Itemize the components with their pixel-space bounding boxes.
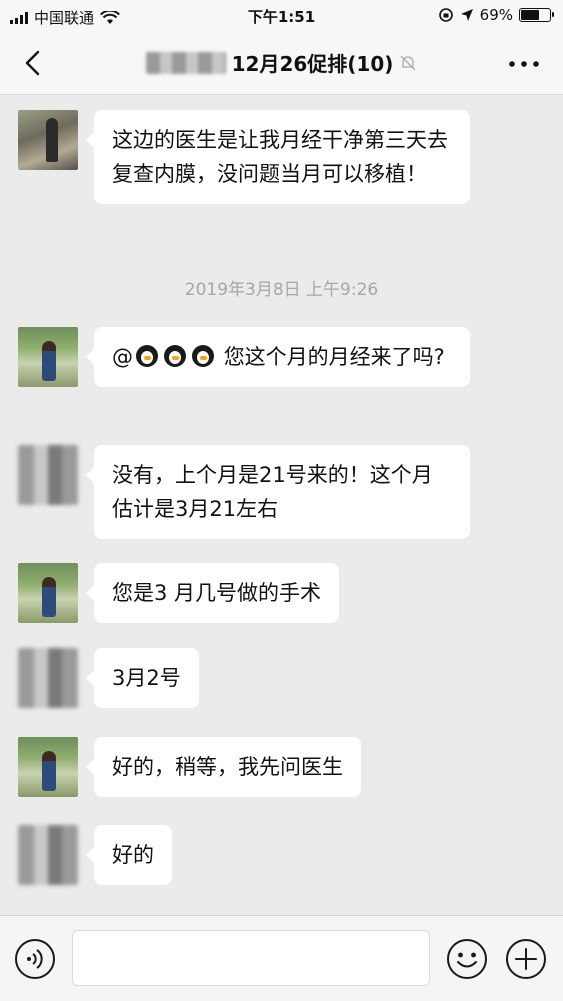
battery-icon bbox=[519, 8, 554, 22]
message-row: 好的，稍等，我先问医生 bbox=[18, 737, 361, 797]
message-text: 您这个月的月经来了吗? bbox=[223, 345, 445, 369]
avatar[interactable] bbox=[18, 110, 78, 170]
battery-percent: 69% bbox=[479, 6, 513, 24]
avatar[interactable] bbox=[18, 737, 78, 797]
chat-title: 12月26促排(10) bbox=[0, 48, 563, 77]
message-row: @ 您这个月的月经来了吗? bbox=[18, 327, 470, 387]
message-bubble[interactable]: @ 您这个月的月经来了吗? bbox=[86, 327, 470, 387]
message-row: 3月2号 bbox=[18, 648, 199, 708]
nav-bar: 12月26促排(10) bbox=[0, 32, 563, 95]
message-list: 这边的医生是让我月经干净第三天去复查内膜，没问题当月可以移植！ 2019年3月8… bbox=[0, 95, 563, 915]
penguin-emoji-icon bbox=[192, 345, 214, 367]
penguin-emoji-icon bbox=[136, 345, 158, 367]
status-right: 69% bbox=[438, 6, 554, 24]
message-bubble[interactable]: 3月2号 bbox=[86, 648, 199, 708]
avatar[interactable] bbox=[18, 563, 78, 623]
emoji-icon[interactable] bbox=[446, 938, 488, 980]
chat-title-text: 12月26促排(10) bbox=[231, 52, 394, 76]
voice-icon[interactable] bbox=[14, 938, 56, 980]
message-bubble[interactable]: 好的，稍等，我先问医生 bbox=[86, 737, 361, 797]
group-name-redacted bbox=[145, 51, 226, 74]
avatar[interactable] bbox=[18, 445, 78, 505]
input-bar bbox=[0, 915, 563, 1001]
message-row: 您是3 月几号做的手术 bbox=[18, 563, 340, 623]
bell-muted-icon bbox=[400, 55, 416, 70]
message-input[interactable] bbox=[72, 930, 430, 986]
message-text: 好的 bbox=[112, 843, 154, 867]
penguin-emoji-icon bbox=[164, 345, 186, 367]
message-bubble[interactable]: 您是3 月几号做的手术 bbox=[85, 563, 340, 623]
message-text: 好的，稍等，我先问医生 bbox=[112, 755, 343, 779]
more-dots-icon[interactable] bbox=[507, 56, 541, 72]
message-text: 您是3 月几号做的手术 bbox=[112, 581, 322, 605]
status-bar: 中国联通 下午1:51 69% bbox=[0, 0, 563, 32]
rotation-lock-icon bbox=[438, 8, 453, 22]
battery-fill bbox=[521, 10, 539, 20]
timestamp: 2019年3月8日 上午9:26 bbox=[184, 280, 379, 300]
message-text: 3月2号 bbox=[112, 666, 181, 690]
message-bubble[interactable]: 这边的医生是让我月经干净第三天去复查内膜，没问题当月可以移植！ bbox=[86, 110, 470, 204]
message-row: 没有，上个月是21号来的！这个月估计是3月21左右 bbox=[18, 445, 470, 539]
message-bubble[interactable]: 没有，上个月是21号来的！这个月估计是3月21左右 bbox=[86, 445, 470, 539]
message-text: 没有，上个月是21号来的！这个月估计是3月21左右 bbox=[112, 463, 433, 521]
avatar[interactable] bbox=[18, 825, 78, 885]
plus-icon[interactable] bbox=[505, 938, 547, 980]
message-row: 这边的医生是让我月经干净第三天去复查内膜，没问题当月可以移植！ bbox=[18, 110, 470, 204]
mention-symbol: @ bbox=[112, 345, 133, 369]
message-text: 这边的医生是让我月经干净第三天去复查内膜，没问题当月可以移植！ bbox=[112, 128, 448, 186]
avatar[interactable] bbox=[18, 327, 78, 387]
location-arrow-icon bbox=[460, 9, 473, 21]
message-row: 好的 bbox=[18, 825, 172, 885]
message-bubble[interactable]: 好的 bbox=[86, 825, 172, 885]
avatar[interactable] bbox=[18, 648, 78, 708]
